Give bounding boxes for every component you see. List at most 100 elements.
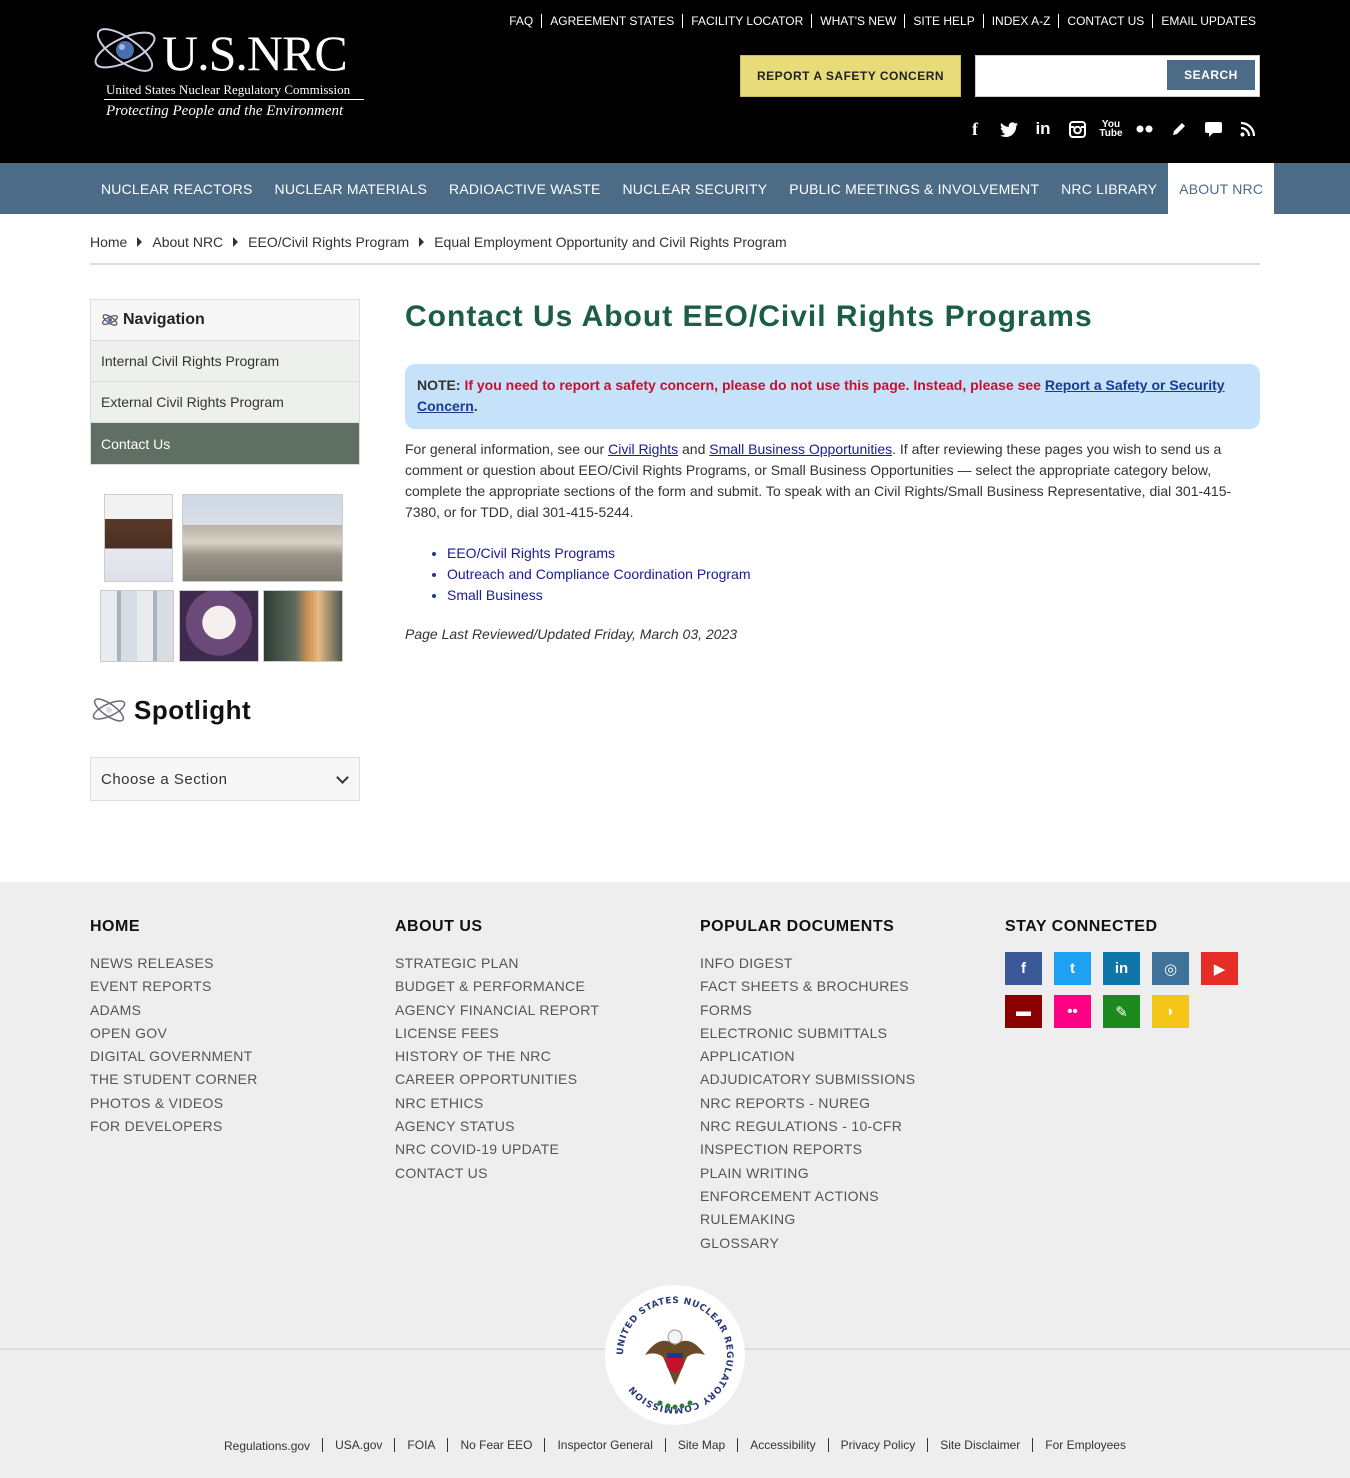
facebook-icon[interactable]: f — [958, 117, 992, 141]
footer-link[interactable]: ENFORCEMENT ACTIONS — [700, 1185, 915, 1208]
footer-link[interactable]: OPEN GOV — [90, 1022, 258, 1045]
facebook-icon[interactable]: f — [1005, 952, 1042, 985]
nrc-logo[interactable]: U.S.NRC United States Nuclear Regulatory… — [90, 18, 365, 128]
footer-link[interactable]: ADAMS — [90, 999, 258, 1022]
comment-icon[interactable] — [1196, 117, 1230, 141]
footer-link[interactable]: NRC REPORTS - NUREG — [700, 1092, 915, 1115]
instagram-icon[interactable] — [1060, 117, 1094, 141]
small-business-link[interactable]: Small Business — [447, 587, 543, 603]
footer-link[interactable]: APPLICATION — [700, 1045, 915, 1068]
footer-link[interactable]: FORMS — [700, 999, 915, 1022]
rss-icon[interactable] — [1230, 117, 1264, 141]
accessibility-link[interactable]: Accessibility — [738, 1438, 827, 1452]
logo-subtitle: United States Nuclear Regulatory Commiss… — [106, 82, 351, 97]
list-item: Outreach and Compliance Coordination Pro… — [447, 564, 751, 585]
breadcrumb-about-nrc[interactable]: About NRC — [152, 233, 223, 251]
nav-nuclear-reactors[interactable]: NUCLEAR REACTORS — [90, 163, 264, 214]
footer-link[interactable]: NRC ETHICS — [395, 1092, 599, 1115]
utility-link-contact-us[interactable]: CONTACT US — [1059, 13, 1152, 29]
footer-link[interactable]: FACT SHEETS & BROCHURES — [700, 975, 915, 998]
linkedin-icon[interactable]: in — [1103, 952, 1140, 985]
privacy-policy-link[interactable]: Privacy Policy — [829, 1438, 928, 1452]
footer-link[interactable]: FOR DEVELOPERS — [90, 1115, 258, 1138]
regulations-gov-link[interactable]: Regulations.gov — [212, 1439, 322, 1453]
nav-nuclear-materials[interactable]: NUCLEAR MATERIALS — [264, 163, 439, 214]
nav-about-nrc[interactable]: ABOUT NRC — [1168, 163, 1275, 214]
nav-nrc-library[interactable]: NRC LIBRARY — [1050, 163, 1168, 214]
sidebar-item-contact-us[interactable]: Contact Us — [91, 423, 359, 464]
utility-link-agreement-states[interactable]: AGREEMENT STATES — [542, 13, 682, 29]
footer-link[interactable]: PHOTOS & VIDEOS — [90, 1092, 258, 1115]
footer-link[interactable]: STRATEGIC PLAN — [395, 952, 599, 975]
breadcrumb-home[interactable]: Home — [90, 233, 127, 251]
footer-home-heading[interactable]: HOME — [90, 918, 258, 936]
foia-link[interactable]: FOIA — [395, 1438, 447, 1452]
utility-link-facility-locator[interactable]: FACILITY LOCATOR — [683, 13, 811, 29]
footer-link[interactable]: NRC REGULATIONS - 10-CFR — [700, 1115, 915, 1138]
footer-link[interactable]: INSPECTION REPORTS — [700, 1138, 915, 1161]
footer-link[interactable]: RULEMAKING — [700, 1208, 915, 1231]
comment-icon[interactable]: ▬ — [1005, 995, 1042, 1028]
inspector-general-link[interactable]: Inspector General — [545, 1438, 664, 1452]
small-business-opportunities-link[interactable]: Small Business Opportunities — [709, 441, 892, 457]
site-map-link[interactable]: Site Map — [666, 1438, 737, 1452]
search-button[interactable]: SEARCH — [1167, 60, 1255, 90]
footer-link[interactable]: NEWS RELEASES — [90, 952, 258, 975]
eeo-civil-rights-link[interactable]: EEO/Civil Rights Programs — [447, 545, 615, 561]
no-fear-eeo-link[interactable]: No Fear EEO — [448, 1438, 544, 1452]
spotlight-section-select[interactable]: Choose a Section — [90, 757, 360, 801]
blog-icon[interactable]: ✎ — [1103, 995, 1140, 1028]
footer-link[interactable]: GLOSSARY — [700, 1232, 915, 1255]
footer-link[interactable]: NRC COVID-19 UPDATE — [395, 1138, 599, 1161]
youtube-icon[interactable]: You Tube — [1094, 117, 1128, 141]
footer-connected-heading: STAY CONNECTED — [1005, 918, 1158, 935]
twitter-icon[interactable] — [992, 117, 1026, 141]
footer-link[interactable]: BUDGET & PERFORMANCE — [395, 975, 599, 998]
flickr-icon[interactable] — [1128, 117, 1162, 141]
footer-link[interactable]: PLAIN WRITING — [700, 1162, 915, 1185]
utility-link-faq[interactable]: FAQ — [501, 13, 541, 29]
footer-link[interactable]: HISTORY OF THE NRC — [395, 1045, 599, 1068]
footer-about-heading[interactable]: ABOUT US — [395, 918, 599, 936]
utility-link-site-help[interactable]: SITE HELP — [905, 13, 982, 29]
divider — [90, 263, 1260, 265]
blog-icon[interactable] — [1162, 117, 1196, 141]
utility-link-email-updates[interactable]: EMAIL UPDATES — [1153, 13, 1256, 29]
search-input[interactable] — [978, 58, 1164, 94]
sidebar-item-external-civil-rights[interactable]: External Civil Rights Program — [91, 382, 359, 423]
sidebar-item-internal-civil-rights[interactable]: Internal Civil Rights Program — [91, 341, 359, 382]
linkedin-icon[interactable]: in — [1026, 117, 1060, 141]
site-disclaimer-link[interactable]: Site Disclaimer — [928, 1438, 1032, 1452]
outreach-compliance-link[interactable]: Outreach and Compliance Coordination Pro… — [447, 566, 751, 582]
footer-link[interactable]: CONTACT US — [395, 1162, 599, 1185]
instagram-icon[interactable]: ◎ — [1152, 952, 1189, 985]
nav-radioactive-waste[interactable]: RADIOACTIVE WASTE — [438, 163, 611, 214]
footer-link[interactable]: THE STUDENT CORNER — [90, 1068, 258, 1091]
youtube-icon[interactable]: ▶ — [1201, 952, 1238, 985]
footer-link[interactable]: INFO DIGEST — [700, 952, 915, 975]
footer-link[interactable]: LICENSE FEES — [395, 1022, 599, 1045]
utility-link-index[interactable]: INDEX A-Z — [984, 13, 1059, 29]
nav-public-meetings[interactable]: PUBLIC MEETINGS & INVOLVEMENT — [778, 163, 1050, 214]
footer-link[interactable]: CAREER OPPORTUNITIES — [395, 1068, 599, 1091]
utility-link-whats-new[interactable]: WHAT'S NEW — [812, 13, 904, 29]
nav-nuclear-security[interactable]: NUCLEAR SECURITY — [612, 163, 779, 214]
flickr-icon[interactable]: •• — [1054, 995, 1091, 1028]
report-safety-concern-button[interactable]: REPORT A SAFETY CONCERN — [740, 55, 961, 97]
usa-gov-link[interactable]: USA.gov — [323, 1438, 394, 1452]
photo-technician — [179, 590, 259, 662]
breadcrumb-eeo-civil-rights[interactable]: Equal Employment Opportunity and Civil R… — [434, 233, 787, 251]
footer-social-icons: f t in ◎ ▶ ▬ •• ✎ ◗ — [1005, 952, 1238, 1028]
footer-link[interactable]: AGENCY FINANCIAL REPORT — [395, 999, 599, 1022]
twitter-icon[interactable]: t — [1054, 952, 1091, 985]
footer-link[interactable]: ADJUDICATORY SUBMISSIONS — [700, 1068, 915, 1091]
rss-icon[interactable]: ◗ — [1152, 995, 1189, 1028]
footer-link[interactable]: DIGITAL GOVERNMENT — [90, 1045, 258, 1068]
footer-link[interactable]: EVENT REPORTS — [90, 975, 258, 998]
breadcrumb-eeo-program[interactable]: EEO/Civil Rights Program — [248, 233, 409, 251]
header-social-icons: f in You Tube — [958, 117, 1264, 141]
footer-link[interactable]: AGENCY STATUS — [395, 1115, 599, 1138]
civil-rights-link[interactable]: Civil Rights — [608, 441, 678, 457]
footer-link[interactable]: ELECTRONIC SUBMITTALS — [700, 1022, 915, 1045]
for-employees-link[interactable]: For Employees — [1033, 1438, 1138, 1452]
